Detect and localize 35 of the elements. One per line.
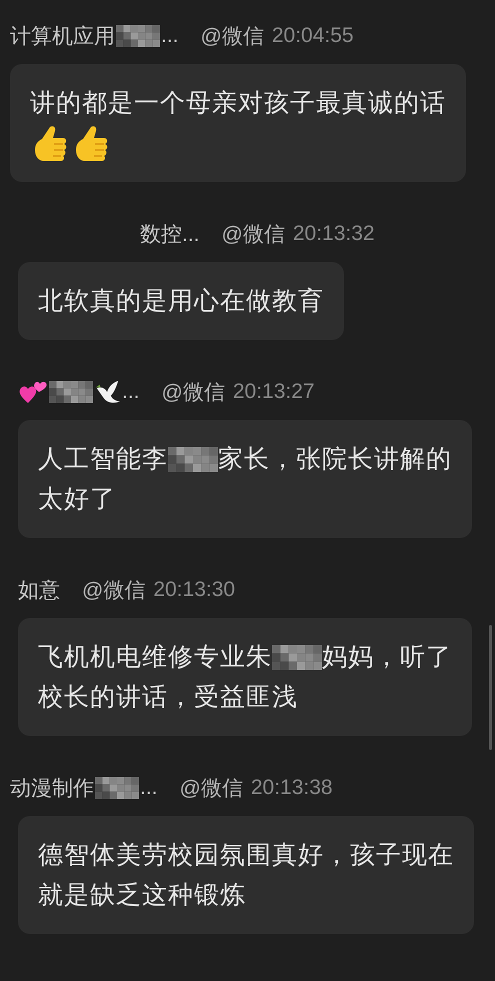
source-label: @微信 <box>180 776 243 802</box>
sender-name: 动漫制作 <box>10 776 94 802</box>
message-text: 飞机机电维修专业朱 <box>38 642 272 673</box>
source-label: @微信 <box>82 578 146 604</box>
message-text: 校长的讲话，受益匪浅 <box>38 682 298 713</box>
hearts-icon <box>18 379 48 405</box>
timestamp: 20:13:27 <box>232 380 315 404</box>
message-text: 太好了 <box>38 484 116 515</box>
dove-icon <box>94 379 122 405</box>
mosaic-icon <box>168 446 218 472</box>
timestamp: 20:13:38 <box>250 776 333 800</box>
source-label: @微信 <box>222 222 285 248</box>
message-text: 人工智能李 <box>38 444 168 475</box>
sender-name: 数控... <box>140 222 200 248</box>
source-label: @微信 <box>162 380 225 406</box>
message-text: 妈妈，听了 <box>322 642 452 673</box>
sender-name: 计算机应用 <box>10 24 115 50</box>
sender-name: ... <box>161 24 179 48</box>
message-text: 德智体美劳校园氛围真好，孩子现在 <box>38 840 454 871</box>
mosaic-icon <box>49 381 93 403</box>
message-text: 就是缺乏这种锻炼 <box>38 880 246 911</box>
message-text: 讲的都是一个母亲对孩子最真诚的话 <box>30 88 446 119</box>
mosaic-icon <box>95 777 139 799</box>
sender-name: ... <box>122 380 140 404</box>
mosaic-icon <box>272 644 322 670</box>
timestamp: 20:13:30 <box>153 578 236 602</box>
message-text: 北软真的是用心在做教育 <box>38 286 324 317</box>
sender-name: ... <box>140 776 158 800</box>
message-text: 家长，张院长讲解的 <box>218 444 452 475</box>
timestamp: 20:13:32 <box>292 222 375 246</box>
sender-name: 如意 <box>18 578 60 604</box>
scrollbar[interactable] <box>489 625 492 750</box>
mosaic-icon <box>116 25 160 47</box>
source-label: @微信 <box>200 24 264 50</box>
timestamp: 20:04:55 <box>272 24 354 48</box>
